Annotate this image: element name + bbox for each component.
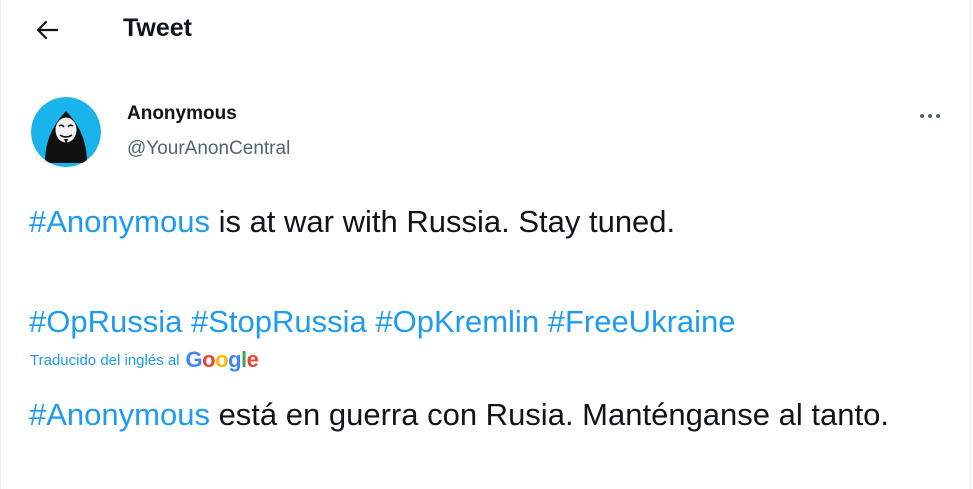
tweet-text: is at war with Russia. Stay tuned. xyxy=(209,204,676,239)
translated-text: está en guerra con Rusia. Manténganse al… xyxy=(209,397,889,432)
arrow-left-icon xyxy=(36,20,58,40)
hashtag-link[interactable]: #StopRussia xyxy=(191,304,367,339)
google-letter: e xyxy=(246,347,259,372)
tweet-text-line: #Anonymous is at war with Russia. Stay t… xyxy=(29,202,944,242)
page-header: Tweet xyxy=(1,0,970,60)
tweet-page: Tweet Anonymous @YourAnonCentral #Anonym… xyxy=(0,0,971,489)
translation-notice-label: Traducido del inglés al xyxy=(30,351,180,369)
hashtag-link[interactable]: #Anonymous xyxy=(29,397,210,432)
translated-tweet-text: #Anonymous está en guerra con Rusia. Man… xyxy=(29,393,944,437)
google-letter: G xyxy=(185,347,203,372)
google-letter: g xyxy=(228,347,242,372)
google-logo: Google xyxy=(186,348,259,372)
back-button[interactable] xyxy=(29,12,65,48)
more-options-button[interactable] xyxy=(912,101,948,131)
hashtag-link[interactable]: #FreeUkraine xyxy=(548,304,736,339)
more-horizontal-icon xyxy=(920,114,940,118)
page-title: Tweet xyxy=(123,14,192,42)
hashtag-link[interactable]: #Anonymous xyxy=(29,204,210,239)
hashtag-line: #OpRussia #StopRussia #OpKremlin #FreeUk… xyxy=(29,302,944,342)
translation-notice[interactable]: Traducido del inglés al Google xyxy=(30,348,259,372)
anonymous-mask-avatar-icon xyxy=(31,97,101,167)
hashtag-link[interactable]: #OpRussia xyxy=(29,304,182,339)
avatar[interactable] xyxy=(31,97,101,167)
author-display-name[interactable]: Anonymous xyxy=(127,103,237,125)
hashtag-link[interactable]: #OpKremlin xyxy=(375,304,539,339)
google-letter: o xyxy=(215,347,229,372)
author-handle[interactable]: @YourAnonCentral xyxy=(127,138,290,160)
tweet-author-row: Anonymous @YourAnonCentral xyxy=(31,97,970,177)
google-letter: o xyxy=(202,347,216,372)
